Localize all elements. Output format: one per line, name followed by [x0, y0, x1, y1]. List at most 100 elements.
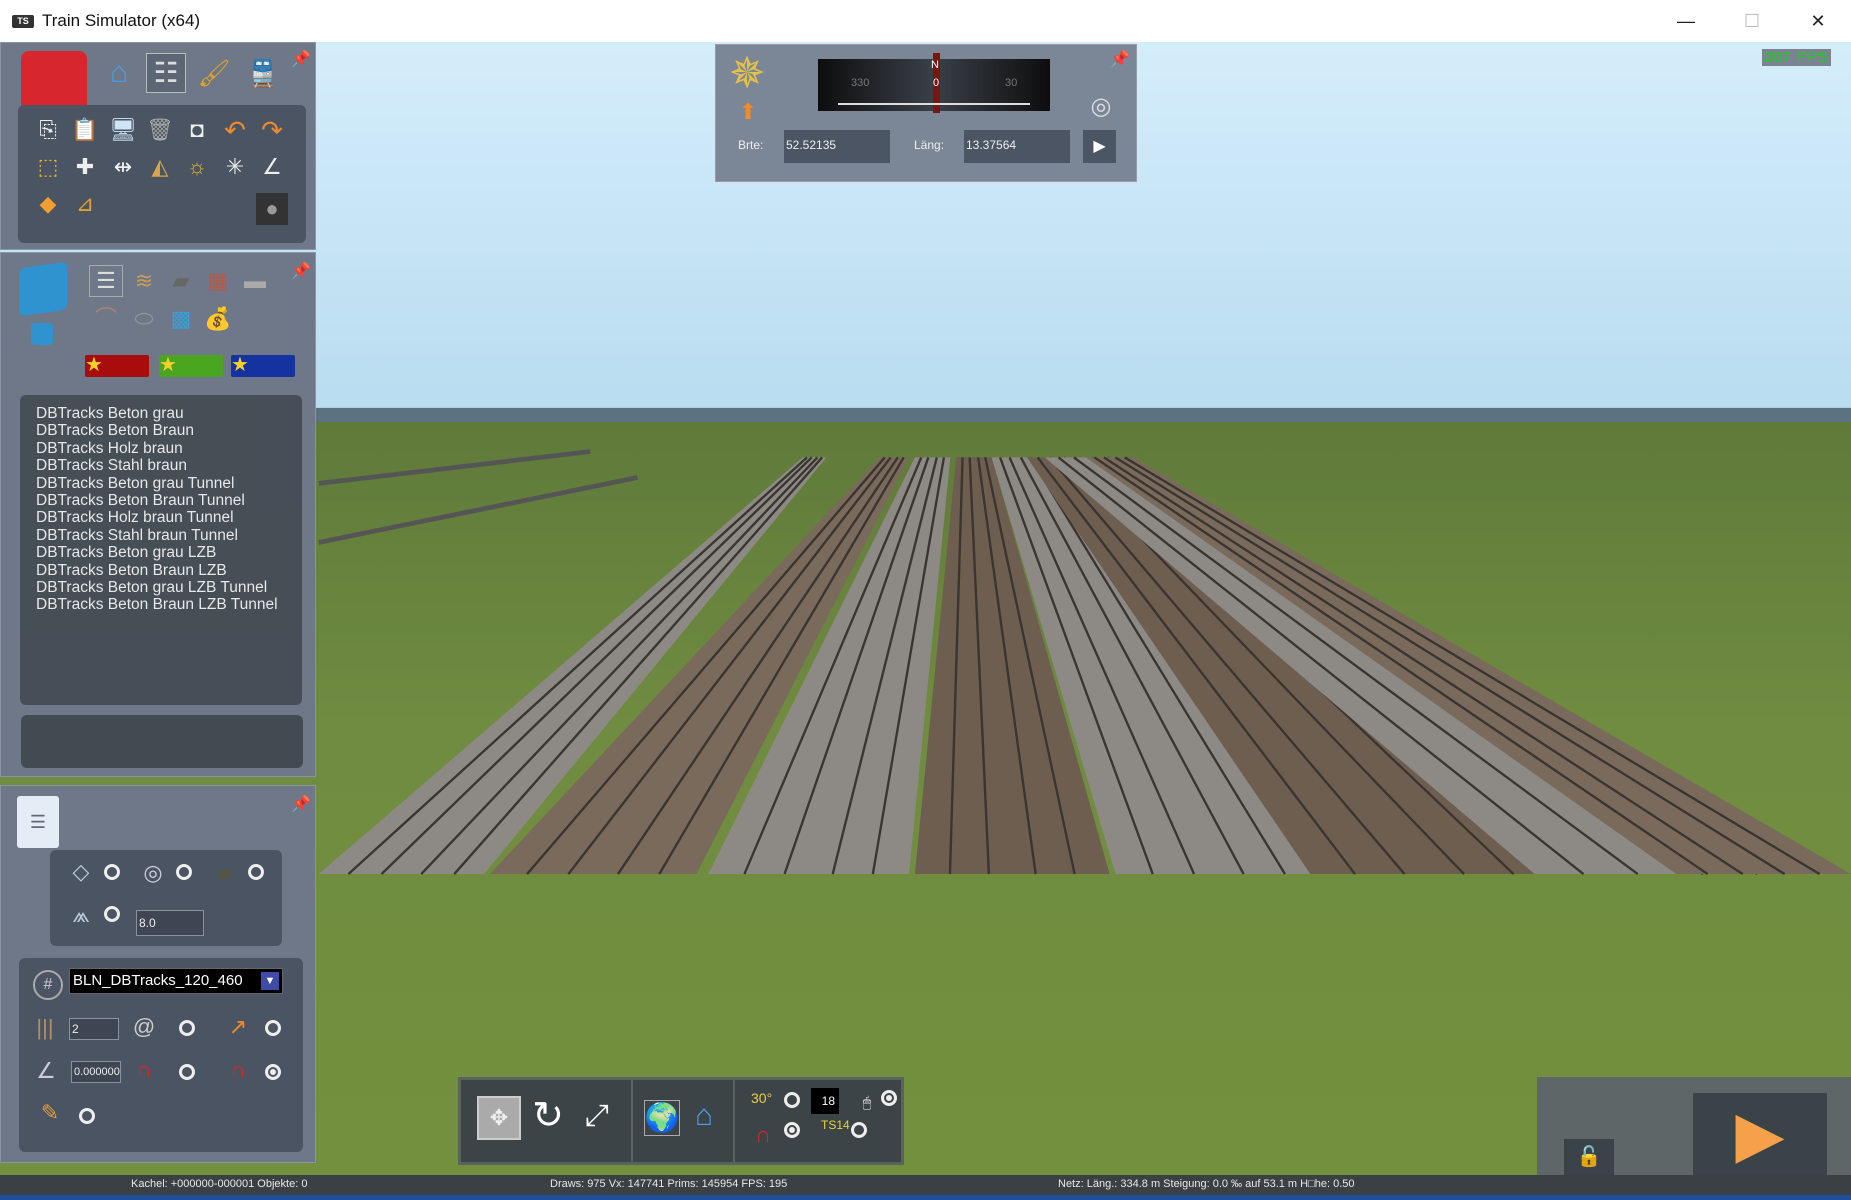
tracks-icon[interactable]: ≋: [127, 265, 161, 297]
track-list-item[interactable]: DBTracks Beton grau Tunnel: [36, 475, 302, 492]
longitude-field[interactable]: 13.37564: [964, 130, 1070, 163]
track-tool-icon[interactable]: ☷: [146, 53, 186, 93]
road-radio[interactable]: [248, 864, 264, 880]
monitor-icon[interactable]: 🖥: [108, 115, 138, 145]
redo-icon[interactable]: ↷: [257, 115, 287, 145]
flat-plane-icon[interactable]: ◇: [66, 860, 96, 884]
mouse-lock-icon[interactable]: 🖱: [859, 1092, 875, 1112]
trash-icon[interactable]: 🗑: [145, 115, 175, 145]
flatten-icon[interactable]: ◭: [145, 152, 175, 182]
track-list-item[interactable]: DBTracks Beton Braun: [36, 422, 302, 439]
track-list-item[interactable]: DBTracks Stahl braun: [36, 457, 302, 474]
snap-center-icon[interactable]: ✳: [220, 152, 250, 182]
track-list-item[interactable]: DBTracks Beton grau LZB: [36, 544, 302, 561]
track-rule-dropdown[interactable]: BLN_DBTracks_120_460 ▼: [69, 968, 283, 994]
spotlight-icon[interactable]: ●: [256, 193, 288, 225]
slope-radio[interactable]: [784, 1092, 800, 1108]
target-icon[interactable]: ◎: [1087, 93, 1115, 121]
go-button[interactable]: ▶: [1083, 130, 1116, 163]
favorite-green-button[interactable]: ★: [159, 355, 223, 377]
pin-icon[interactable]: 📌: [1110, 49, 1130, 69]
track-count-field[interactable]: 2: [69, 1018, 119, 1040]
magnet-icon[interactable]: ∩: [749, 1122, 777, 1148]
home-icon[interactable]: ⌂: [99, 53, 139, 93]
pencil-icon[interactable]: ✎: [35, 1098, 65, 1128]
track-rules-icon[interactable]: ☰: [89, 265, 123, 297]
maximize-button[interactable]: ☐: [1719, 0, 1785, 42]
spiral-icon[interactable]: @: [129, 1012, 159, 1042]
target-icon[interactable]: ◎: [138, 860, 168, 886]
toolbox-icon[interactable]: [21, 51, 87, 111]
tape-measure-icon[interactable]: ◘: [182, 115, 212, 145]
water-icon[interactable]: ▩: [164, 303, 198, 335]
angle-icon[interactable]: ∠: [257, 152, 287, 182]
play-button[interactable]: ▶: [1693, 1093, 1827, 1175]
tunnel-icon[interactable]: ⬭: [127, 303, 161, 335]
magnet-terrain-radio[interactable]: [179, 1064, 195, 1080]
paintbrush-icon[interactable]: 🖌: [194, 53, 234, 93]
home-icon[interactable]: ⌂: [686, 1098, 722, 1134]
slope-tool-icon[interactable]: ⊿: [70, 189, 100, 219]
track-list-item[interactable]: DBTracks Stahl braun Tunnel: [36, 527, 302, 544]
road-icon[interactable]: ▰: [164, 265, 198, 297]
paste-icon[interactable]: 📋: [70, 115, 100, 145]
close-button[interactable]: ✕: [1785, 0, 1851, 42]
ts14-radio[interactable]: [851, 1122, 867, 1138]
magnet-radio[interactable]: [784, 1122, 800, 1138]
magnet-track-icon[interactable]: ∩: [223, 1055, 253, 1085]
map-upload-icon[interactable]: ⬆: [734, 99, 762, 125]
split-icon[interactable]: ✚: [70, 152, 100, 182]
slope-angle-icon[interactable]: 30°: [751, 1090, 772, 1106]
track-list-item[interactable]: DBTracks Beton Braun LZB Tunnel: [36, 596, 302, 613]
track-list-item[interactable]: DBTracks Beton Braun Tunnel: [36, 492, 302, 509]
join-icon[interactable]: ⇹: [108, 152, 138, 182]
concrete-icon[interactable]: ▬: [238, 265, 272, 297]
pencil-radio[interactable]: [79, 1108, 95, 1124]
track-raise-icon[interactable]: ↗: [223, 1012, 253, 1042]
track-list-item[interactable]: DBTracks Beton grau: [36, 405, 302, 422]
unlock-icon[interactable]: 🔓: [1564, 1139, 1614, 1175]
pin-icon[interactable]: 📌: [291, 49, 311, 69]
target-radio[interactable]: [176, 864, 192, 880]
snap-corner-icon[interactable]: ☼: [182, 152, 212, 182]
small-cube-icon[interactable]: [31, 323, 53, 345]
spiral-radio[interactable]: [179, 1020, 195, 1036]
flat-radio[interactable]: [104, 864, 120, 880]
grid-radio[interactable]: [104, 906, 120, 922]
train-icon[interactable]: 🚆: [243, 53, 283, 93]
track-list[interactable]: DBTracks Beton grau DBTracks Beton Braun D…: [20, 395, 302, 705]
bridge-icon[interactable]: ⌒: [89, 303, 123, 335]
gradient-field[interactable]: 0.000000: [71, 1061, 121, 1083]
shapes-icon[interactable]: ◆: [33, 189, 63, 219]
grid-icon[interactable]: ⩕: [66, 902, 96, 928]
track-raise-radio[interactable]: [265, 1020, 281, 1036]
track-list-item[interactable]: DBTracks Holz braun: [36, 440, 302, 457]
fullscreen-icon[interactable]: ✥: [477, 1096, 521, 1140]
heading-gauge[interactable]: N 330 0 30: [818, 53, 1050, 113]
bag-icon[interactable]: 💰: [201, 303, 235, 335]
copy-icon[interactable]: ⎘: [33, 115, 63, 145]
height-field[interactable]: 8.0: [136, 910, 204, 936]
rotate-icon[interactable]: ↻: [526, 1094, 570, 1138]
latitude-field[interactable]: 52.52135: [784, 130, 890, 163]
mouse-lock-radio[interactable]: [881, 1090, 897, 1106]
wall-icon[interactable]: ▦: [201, 265, 235, 297]
cube-icon[interactable]: [19, 261, 67, 317]
ts14-icon[interactable]: TS14: [821, 1118, 850, 1132]
road-icon[interactable]: ▰: [210, 860, 240, 886]
track-list-item[interactable]: DBTracks Holz braun Tunnel: [36, 509, 302, 526]
undo-icon[interactable]: ↶: [220, 115, 250, 145]
pin-icon[interactable]: 📌: [291, 261, 311, 281]
magnet-terrain-icon[interactable]: ∩: [129, 1055, 159, 1085]
select-rectangle-icon[interactable]: ⬚: [33, 152, 63, 182]
chevron-down-icon[interactable]: ▼: [261, 972, 279, 990]
track-list-item[interactable]: DBTracks Beton grau LZB Tunnel: [36, 579, 302, 596]
minimize-button[interactable]: —: [1653, 0, 1719, 42]
track-list-item[interactable]: DBTracks Beton Braun LZB: [36, 562, 302, 579]
compass-rose-icon[interactable]: ✵: [722, 49, 772, 99]
favorite-red-button[interactable]: ★: [85, 355, 149, 377]
magnet-track-radio[interactable]: [265, 1064, 281, 1080]
pin-icon[interactable]: 📌: [291, 794, 311, 814]
resize-icon[interactable]: ⤢: [575, 1094, 619, 1138]
favorite-blue-button[interactable]: ★: [231, 355, 295, 377]
